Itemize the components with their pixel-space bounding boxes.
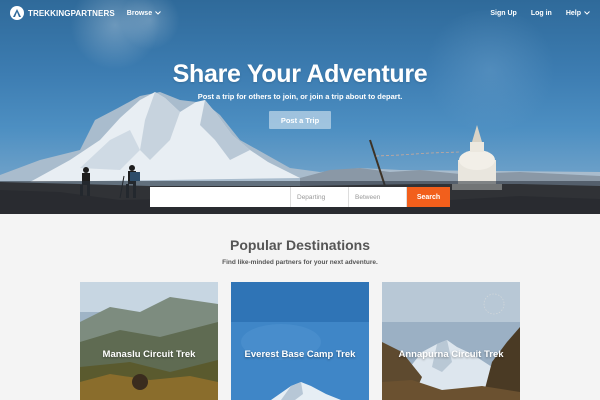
destination-card-manaslu[interactable]: Manaslu Circuit Trek (80, 282, 218, 400)
trekker-logo-icon (10, 6, 24, 20)
destination-search-input[interactable] (150, 187, 291, 207)
trip-search-bar: Departing Between Search (150, 187, 450, 207)
between-field[interactable]: Between (349, 187, 407, 207)
chevron-down-icon (155, 10, 161, 17)
card-title: Everest Base Camp Trek (244, 349, 356, 360)
annapurna-photo (382, 282, 520, 400)
help-label: Help (565, 9, 581, 17)
card-title: Manaslu Circuit Trek (102, 349, 196, 360)
browse-label: Browse (126, 9, 153, 17)
section-title: Popular Destinations (229, 237, 371, 253)
login-link[interactable]: Log in (531, 10, 552, 17)
top-nav: TREKKINGPARTNERS Browse Sign Up Log in H… (0, 0, 600, 26)
manaslu-photo (80, 282, 218, 400)
section-subtitle: Find like-minded partners for your next … (222, 259, 378, 266)
destination-card-annapurna[interactable]: Annapurna Circuit Trek (382, 282, 520, 400)
hero-title: Share Your Adventure (172, 60, 428, 88)
logo[interactable]: TREKKINGPARTNERS (10, 6, 115, 20)
departing-field[interactable]: Departing (291, 187, 349, 207)
logo-text: TREKKINGPARTNERS (28, 8, 115, 18)
card-title: Annapurna Circuit Trek (398, 349, 504, 360)
help-menu[interactable]: Help (566, 10, 590, 17)
everest-photo (231, 282, 369, 400)
destination-card-everest[interactable]: Everest Base Camp Trek (231, 282, 369, 400)
hero-subtitle: Post a trip for others to join, or join … (197, 92, 403, 101)
browse-menu[interactable]: Browse (127, 10, 161, 17)
chevron-down-icon (584, 10, 590, 17)
post-trip-button[interactable]: Post a Trip (269, 111, 331, 129)
signup-link[interactable]: Sign Up (490, 10, 516, 17)
search-button[interactable]: Search (407, 187, 450, 207)
hero-banner: TREKKINGPARTNERS Browse Sign Up Log in H… (0, 0, 600, 214)
